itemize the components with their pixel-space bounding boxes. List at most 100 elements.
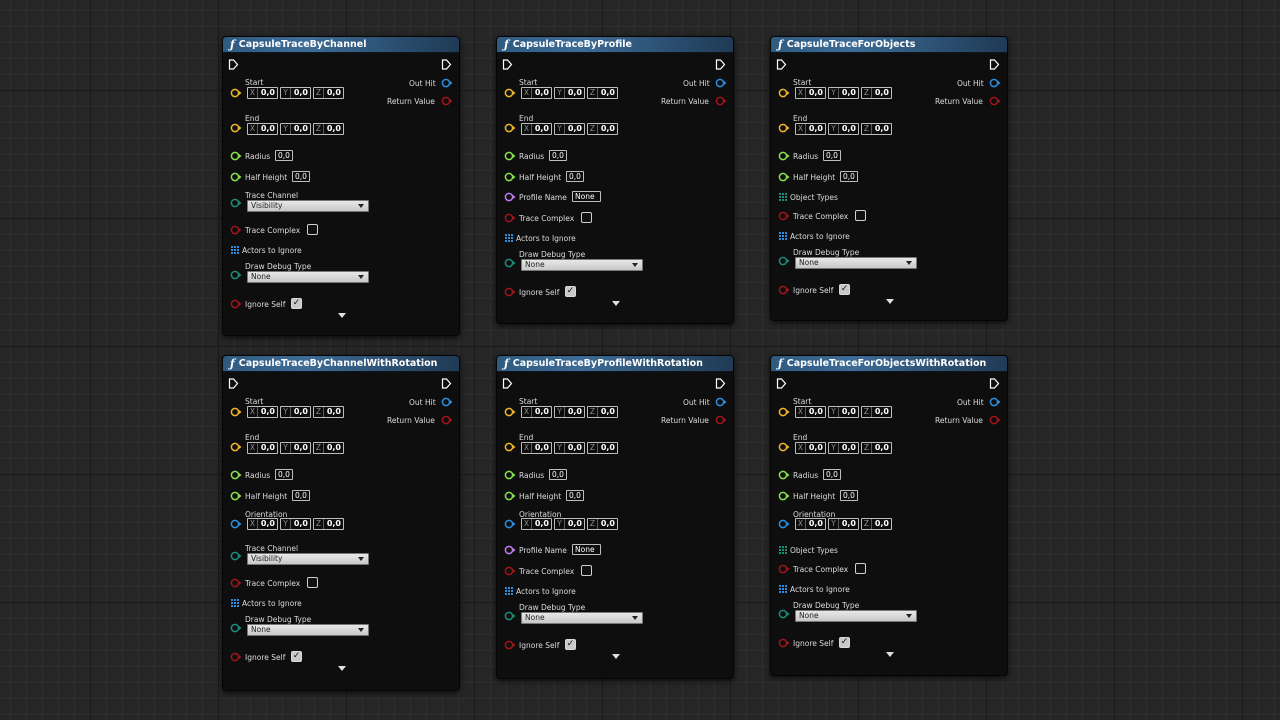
half-height-pin-icon[interactable] — [504, 491, 516, 501]
radius-input[interactable]: 0,0 — [549, 150, 567, 161]
radius-pin-icon[interactable] — [504, 151, 516, 161]
orientation-pin-icon[interactable] — [230, 519, 242, 529]
exec-out-pin-icon[interactable] — [441, 378, 452, 389]
object-types-pin-icon[interactable] — [778, 545, 790, 555]
ignore-self-pin-icon[interactable] — [230, 652, 242, 662]
y-component-field[interactable]: Y 0,0 — [554, 518, 585, 530]
orientation-pin-icon[interactable] — [504, 519, 516, 529]
z-component-field[interactable]: Z 0,0 — [587, 442, 618, 454]
ignore-self-pin-icon[interactable] — [504, 640, 516, 650]
expand-advanced-arrow-icon[interactable] — [612, 301, 620, 306]
z-component-field[interactable]: Z 0,0 — [313, 406, 344, 418]
z-component-field[interactable]: Z 0,0 — [861, 406, 892, 418]
y-component-field[interactable]: Y 0,0 — [280, 518, 311, 530]
profile-name-input[interactable]: None — [572, 544, 601, 555]
draw-debug-type-pin-icon[interactable] — [778, 256, 790, 266]
out-hit-pin-icon[interactable] — [441, 78, 453, 88]
draw-debug-type-dropdown[interactable]: None — [795, 257, 917, 269]
x-component-field[interactable]: X 0,0 — [521, 123, 552, 135]
z-component-field[interactable]: Z 0,0 — [861, 442, 892, 454]
expand-advanced-arrow-icon[interactable] — [886, 299, 894, 304]
half-height-input[interactable]: 0,0 — [840, 171, 858, 182]
return-value-pin-icon[interactable] — [989, 96, 1001, 106]
trace-complex-checkbox[interactable] — [307, 224, 318, 235]
exec-in-pin-icon[interactable] — [776, 378, 787, 389]
start-pin-icon[interactable] — [504, 407, 516, 417]
radius-pin-icon[interactable] — [504, 470, 516, 480]
exec-out-pin-icon[interactable] — [715, 378, 726, 389]
radius-input[interactable]: 0,0 — [823, 469, 841, 480]
trace-complex-checkbox[interactable] — [581, 565, 592, 576]
trace-channel-dropdown[interactable]: Visibility — [247, 200, 369, 212]
half-height-input[interactable]: 0,0 — [566, 490, 584, 501]
trace-complex-checkbox[interactable] — [581, 212, 592, 223]
node-header[interactable]: ƒ CapsuleTraceByChannel — [223, 37, 459, 53]
z-component-field[interactable]: Z 0,0 — [861, 123, 892, 135]
y-component-field[interactable]: Y 0,0 — [554, 406, 585, 418]
start-pin-icon[interactable] — [230, 88, 242, 98]
half-height-input[interactable]: 0,0 — [292, 490, 310, 501]
z-component-field[interactable]: Z 0,0 — [313, 87, 344, 99]
radius-input[interactable]: 0,0 — [823, 150, 841, 161]
actors-to-ignore-pin-icon[interactable] — [230, 598, 242, 608]
x-component-field[interactable]: X 0,0 — [247, 442, 278, 454]
ignore-self-checkbox[interactable]: ✓ — [565, 639, 576, 650]
blueprint-node[interactable]: ƒ CapsuleTraceByChannel Out Hit Return Valu… — [222, 36, 460, 336]
z-component-field[interactable]: Z 0,0 — [861, 518, 892, 530]
end-pin-icon[interactable] — [504, 442, 516, 452]
draw-debug-type-pin-icon[interactable] — [230, 623, 242, 633]
draw-debug-type-pin-icon[interactable] — [230, 270, 242, 280]
y-component-field[interactable]: Y 0,0 — [828, 406, 859, 418]
ignore-self-checkbox[interactable]: ✓ — [839, 284, 850, 295]
z-component-field[interactable]: Z 0,0 — [587, 518, 618, 530]
exec-out-pin-icon[interactable] — [989, 378, 1000, 389]
exec-out-pin-icon[interactable] — [441, 59, 452, 70]
y-component-field[interactable]: Y 0,0 — [280, 87, 311, 99]
return-value-pin-icon[interactable] — [441, 96, 453, 106]
draw-debug-type-pin-icon[interactable] — [778, 609, 790, 619]
orientation-pin-icon[interactable] — [778, 519, 790, 529]
trace-complex-checkbox[interactable] — [307, 577, 318, 588]
y-component-field[interactable]: Y 0,0 — [554, 123, 585, 135]
exec-out-pin-icon[interactable] — [989, 59, 1000, 70]
draw-debug-type-dropdown[interactable]: None — [521, 259, 643, 271]
expand-advanced-arrow-icon[interactable] — [338, 666, 346, 671]
return-value-pin-icon[interactable] — [441, 415, 453, 425]
x-component-field[interactable]: X 0,0 — [795, 518, 826, 530]
out-hit-pin-icon[interactable] — [989, 78, 1001, 88]
draw-debug-type-pin-icon[interactable] — [504, 258, 516, 268]
start-pin-icon[interactable] — [230, 407, 242, 417]
trace-channel-pin-icon[interactable] — [230, 198, 242, 208]
out-hit-pin-icon[interactable] — [441, 397, 453, 407]
exec-out-pin-icon[interactable] — [715, 59, 726, 70]
draw-debug-type-dropdown[interactable]: None — [521, 612, 643, 624]
ignore-self-pin-icon[interactable] — [778, 638, 790, 648]
blueprint-node[interactable]: ƒ CapsuleTraceByProfile Out Hit Return Valu… — [496, 36, 734, 324]
trace-complex-pin-icon[interactable] — [504, 566, 516, 576]
x-component-field[interactable]: X 0,0 — [795, 87, 826, 99]
z-component-field[interactable]: Z 0,0 — [861, 87, 892, 99]
node-header[interactable]: ƒ CapsuleTraceByChannelWithRotation — [223, 356, 459, 372]
x-component-field[interactable]: X 0,0 — [521, 406, 552, 418]
node-header[interactable]: ƒ CapsuleTraceByProfileWithRotation — [497, 356, 733, 372]
start-pin-icon[interactable] — [778, 407, 790, 417]
exec-in-pin-icon[interactable] — [228, 378, 239, 389]
ignore-self-checkbox[interactable]: ✓ — [291, 651, 302, 662]
half-height-pin-icon[interactable] — [504, 172, 516, 182]
trace-channel-pin-icon[interactable] — [230, 551, 242, 561]
trace-complex-pin-icon[interactable] — [504, 213, 516, 223]
blueprint-node[interactable]: ƒ CapsuleTraceByChannelWithRotation Out Hi… — [222, 355, 460, 691]
x-component-field[interactable]: X 0,0 — [521, 87, 552, 99]
x-component-field[interactable]: X 0,0 — [247, 123, 278, 135]
draw-debug-type-dropdown[interactable]: None — [247, 624, 369, 636]
blueprint-node[interactable]: ƒ CapsuleTraceForObjects Out Hit Return Val… — [770, 36, 1008, 321]
y-component-field[interactable]: Y 0,0 — [554, 87, 585, 99]
trace-complex-pin-icon[interactable] — [778, 564, 790, 574]
expand-advanced-arrow-icon[interactable] — [886, 652, 894, 657]
half-height-pin-icon[interactable] — [230, 491, 242, 501]
node-header[interactable]: ƒ CapsuleTraceForObjects — [771, 37, 1007, 53]
end-pin-icon[interactable] — [778, 123, 790, 133]
draw-debug-type-dropdown[interactable]: None — [795, 610, 917, 622]
ignore-self-checkbox[interactable]: ✓ — [839, 637, 850, 648]
actors-to-ignore-pin-icon[interactable] — [230, 245, 242, 255]
